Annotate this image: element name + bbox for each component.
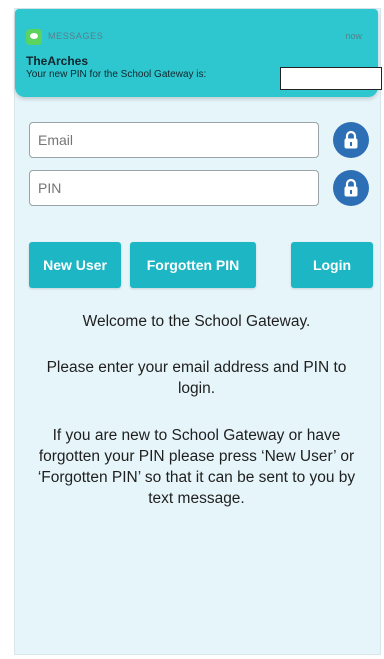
pin-lock-icon	[333, 170, 369, 206]
notification-app-name: MESSAGES	[48, 31, 104, 41]
redacted-pin-box	[280, 67, 382, 90]
login-button[interactable]: Login	[291, 242, 373, 288]
forgotten-pin-button[interactable]: Forgotten PIN	[130, 242, 256, 288]
messages-app-icon	[26, 29, 42, 45]
notification-time: now	[345, 31, 362, 41]
app-screen: MESSAGES now TheArches Your new PIN for …	[14, 8, 382, 655]
instructions-text: Please enter your email address and PIN …	[46, 359, 347, 397]
notification-sender: TheArches	[26, 54, 89, 68]
lock-icon	[344, 130, 358, 149]
pin-input[interactable]	[29, 170, 319, 206]
welcome-text: Welcome to the School Gateway.	[82, 313, 311, 330]
notification-message: Your new PIN for the School Gateway is:	[26, 69, 207, 80]
new-user-button[interactable]: New User	[29, 242, 121, 288]
lock-icon	[344, 178, 358, 197]
email-input[interactable]	[29, 122, 319, 158]
help-text: If you are new to School Gateway or have…	[37, 427, 356, 507]
sms-notification[interactable]: MESSAGES now TheArches Your new PIN for …	[15, 9, 382, 97]
email-lock-icon	[333, 122, 369, 158]
